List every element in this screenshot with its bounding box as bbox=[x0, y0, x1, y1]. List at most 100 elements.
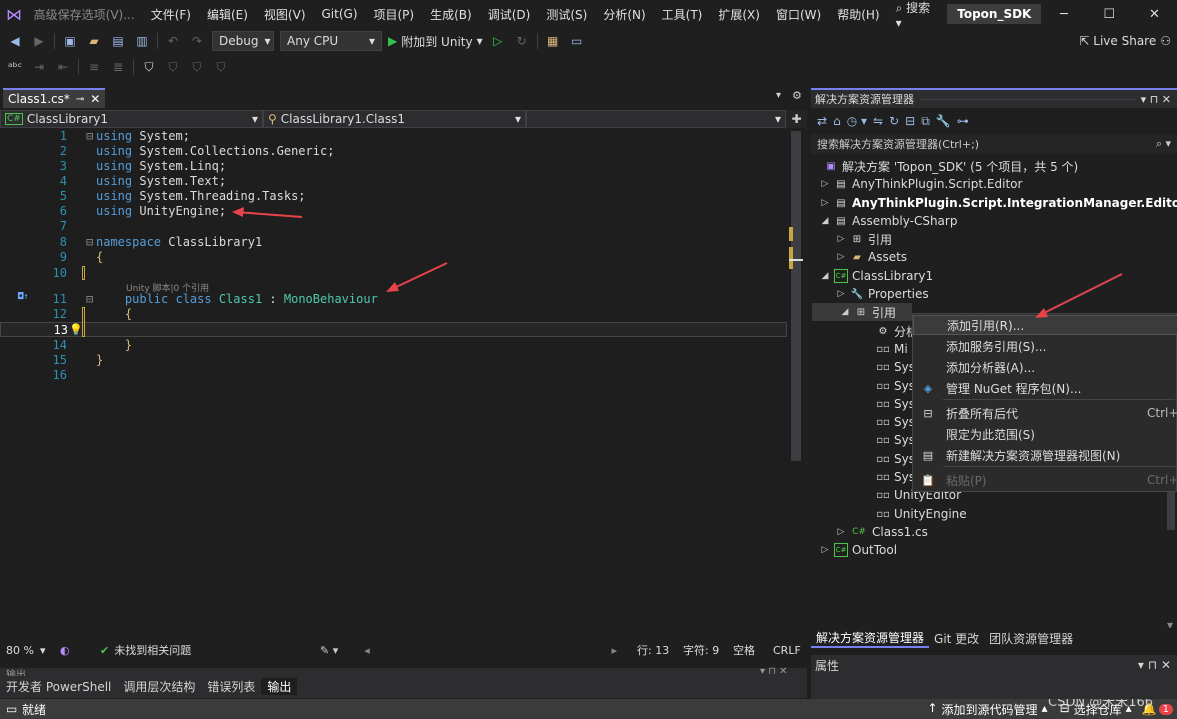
prev-bookmark-icon[interactable]: ⛉ bbox=[164, 58, 182, 76]
menu-item[interactable]: 高级保存选项(V)... bbox=[26, 6, 143, 23]
sync-icon[interactable]: ⇄ bbox=[817, 114, 827, 128]
split-editor-icon[interactable]: ✚ bbox=[786, 110, 807, 128]
zoom-dropdown[interactable]: 80 % ▾ bbox=[0, 644, 60, 657]
copilot-icon[interactable]: ◐ bbox=[60, 644, 90, 657]
tree-node-assembly[interactable]: ▫▫ Sys bbox=[876, 450, 915, 468]
menu-item-manage-nuget[interactable]: ◈ 管理 NuGet 程序包(N)... bbox=[913, 378, 1177, 398]
menu-item-new-explorer-view[interactable]: ▤ 新建解决方案资源管理器视图(N) bbox=[913, 445, 1177, 465]
tree-node-references-selected[interactable]: ◢ ⊞ 引用 bbox=[812, 303, 912, 321]
member-dropdown[interactable]: ▾ bbox=[526, 110, 786, 128]
config-dropdown[interactable]: Debug ▾ bbox=[212, 31, 274, 51]
tree-node-assembly[interactable]: ▫▫ Mi bbox=[876, 340, 907, 358]
window-layout-icon[interactable]: ▭ bbox=[568, 32, 586, 50]
search-button[interactable]: ⌕ 搜索 ▾ bbox=[888, 0, 948, 30]
code-editor[interactable]: 1 ⊟ using System; 2 using System.Collection… bbox=[0, 129, 787, 639]
live-share-button[interactable]: ⇱ Live Share ⚇ bbox=[1079, 34, 1177, 48]
cleanup-brush-icon[interactable]: ✎ ▾ bbox=[320, 644, 338, 657]
outdent-icon[interactable]: ⇤ bbox=[54, 58, 72, 76]
tree-node-project[interactable]: ▷ ▤ AnyThinkPlugin.Script.IntegrationManag… bbox=[820, 194, 1177, 212]
tab-list-chevron-icon[interactable]: ▾ bbox=[776, 90, 781, 101]
tab-class1-cs[interactable]: Class1.cs* ⊸ ✕ bbox=[3, 88, 105, 108]
expand-arrow-icon[interactable]: ▷ bbox=[820, 179, 830, 189]
tree-node-assembly[interactable]: ▫▫ Sys bbox=[876, 377, 915, 395]
collapse-arrow-icon[interactable]: ◢ bbox=[840, 307, 850, 317]
editor-scrollbar[interactable] bbox=[789, 129, 803, 639]
uncomment-icon[interactable]: ≣ bbox=[109, 58, 127, 76]
minimize-button[interactable]: ─ bbox=[1041, 7, 1086, 22]
menu-item[interactable]: 项目(P) bbox=[366, 6, 423, 23]
scroll-left-icon[interactable]: ◂ bbox=[364, 644, 370, 657]
tree-node-project[interactable]: ◢ ▤ Assembly-CSharp bbox=[820, 212, 958, 230]
menu-item[interactable]: Git(G) bbox=[314, 7, 366, 21]
back-icon[interactable]: ◀ bbox=[6, 32, 24, 50]
show-all-files-icon[interactable]: ⧉ bbox=[921, 114, 930, 129]
pin-icon[interactable]: ⊸ bbox=[76, 94, 84, 105]
folder-icon[interactable]: ▦ bbox=[544, 32, 562, 50]
tab-call-hierarchy[interactable]: 调用层次结构 bbox=[117, 678, 201, 695]
menu-item[interactable]: 工具(T) bbox=[654, 6, 711, 23]
close-icon[interactable]: ✕ bbox=[90, 92, 100, 106]
redo-icon[interactable]: ↷ bbox=[188, 32, 206, 50]
open-folder-icon[interactable]: ▰ bbox=[85, 32, 103, 50]
menu-item[interactable]: 编辑(E) bbox=[199, 6, 256, 23]
maximize-button[interactable]: ☐ bbox=[1087, 7, 1132, 22]
tree-node-assembly[interactable]: ▫▫ Sys bbox=[876, 431, 915, 449]
properties-wrench-icon[interactable]: 🔧 bbox=[936, 114, 951, 128]
collapse-arrow-icon[interactable]: ◢ bbox=[820, 216, 830, 226]
line-ending-indicator[interactable]: CRLF bbox=[773, 644, 807, 657]
hot-reload-icon[interactable]: ↻ bbox=[513, 32, 531, 50]
bookmark-icon[interactable]: ⛉ bbox=[140, 58, 158, 76]
menu-item[interactable]: 扩展(X) bbox=[710, 6, 768, 23]
expand-arrow-icon[interactable]: ▷ bbox=[836, 289, 846, 299]
new-project-icon[interactable]: ▣ bbox=[61, 32, 79, 50]
collapse-arrow-icon[interactable]: ◢ bbox=[820, 271, 830, 281]
comment-icon[interactable]: ≡ bbox=[85, 58, 103, 76]
menu-item[interactable]: 调试(D) bbox=[480, 6, 539, 23]
menu-item[interactable]: 分析(N) bbox=[595, 6, 653, 23]
expand-arrow-icon[interactable]: ▷ bbox=[820, 545, 830, 555]
refresh-icon[interactable]: ↻ bbox=[889, 114, 899, 128]
scrollbar-thumb[interactable] bbox=[1167, 490, 1175, 530]
tree-node-assembly[interactable]: ▫▫ Sys bbox=[876, 395, 915, 413]
tree-node-assembly[interactable]: ▫▫ Sys bbox=[876, 413, 915, 431]
next-bookmark-icon[interactable]: ⛉ bbox=[188, 58, 206, 76]
panel-controls-icon[interactable]: ▾ ⊓ ✕ bbox=[1141, 93, 1177, 106]
menu-item[interactable]: 帮助(H) bbox=[829, 6, 887, 23]
class-dropdown[interactable]: ⚲ ClassLibrary1.Class1 ▾ bbox=[263, 110, 526, 128]
run-without-debug-icon[interactable]: ▷ bbox=[489, 32, 507, 50]
indent-icon[interactable]: ⇥ bbox=[30, 58, 48, 76]
tree-node-solution[interactable]: ▣ 解决方案 'Topon_SDK' (5 个项目，共 5 个) bbox=[824, 157, 1078, 175]
gear-icon[interactable]: ⚙ bbox=[792, 89, 802, 102]
tree-node-project[interactable]: ◢ C# ClassLibrary1 bbox=[820, 267, 933, 285]
project-dropdown[interactable]: C# ClassLibrary1 ▾ bbox=[0, 110, 263, 128]
issues-indicator[interactable]: ✔ 未找到相关问题 bbox=[90, 642, 250, 658]
panel-controls-icon[interactable]: ▾ ⊓ ✕ bbox=[1138, 658, 1177, 672]
tab-error-list[interactable]: 错误列表 bbox=[201, 678, 261, 695]
menu-item-scope-to-this[interactable]: 限定为此范围(S) bbox=[913, 424, 1177, 444]
tab-team-explorer[interactable]: 团队资源管理器 bbox=[984, 630, 1078, 647]
whitespace-indicator[interactable]: 空格 bbox=[733, 642, 773, 658]
spellcheck-icon[interactable]: ᵃᵇᶜ bbox=[6, 58, 24, 76]
tree-node-references[interactable]: ▷ ⊞ 引用 bbox=[836, 230, 892, 248]
add-source-control-button[interactable]: ↑ 添加到源代码管理 ▴ bbox=[927, 701, 1059, 718]
save-all-icon[interactable]: ▥ bbox=[133, 32, 151, 50]
tab-solution-explorer[interactable]: 解决方案资源管理器 bbox=[811, 629, 930, 648]
pending-changes-icon[interactable]: ⇋ bbox=[873, 114, 883, 128]
tab-developer-powershell[interactable]: 开发者 PowerShell bbox=[0, 678, 117, 695]
preview-icon[interactable]: ⊶ bbox=[957, 114, 969, 128]
solution-search-input[interactable]: 搜索解决方案资源管理器(Ctrl+;) bbox=[817, 136, 979, 152]
tree-node-project[interactable]: ▷ C# OutTool bbox=[820, 541, 897, 559]
menu-item-add-service-reference[interactable]: 添加服务引用(S)... bbox=[913, 336, 1177, 356]
expand-arrow-icon[interactable]: ▷ bbox=[836, 252, 846, 262]
collapse-all-icon[interactable]: ⊟ bbox=[905, 114, 915, 128]
expand-arrow-icon[interactable]: ▷ bbox=[820, 198, 830, 208]
scroll-right-icon[interactable]: ▸ bbox=[611, 644, 617, 657]
menu-item[interactable]: 窗口(W) bbox=[768, 6, 829, 23]
forward-icon[interactable]: ▶ bbox=[30, 32, 48, 50]
tree-node-assembly[interactable]: ▫▫ UnityEngine bbox=[876, 505, 966, 523]
menu-item[interactable]: 视图(V) bbox=[256, 6, 314, 23]
tree-node-properties[interactable]: ▷ 🔧 Properties bbox=[836, 285, 929, 303]
solution-search-box[interactable]: 搜索解决方案资源管理器(Ctrl+;) ⌕ ▾ bbox=[811, 134, 1177, 154]
menu-item[interactable]: 文件(F) bbox=[143, 6, 199, 23]
close-button[interactable]: ✕ bbox=[1132, 7, 1177, 22]
